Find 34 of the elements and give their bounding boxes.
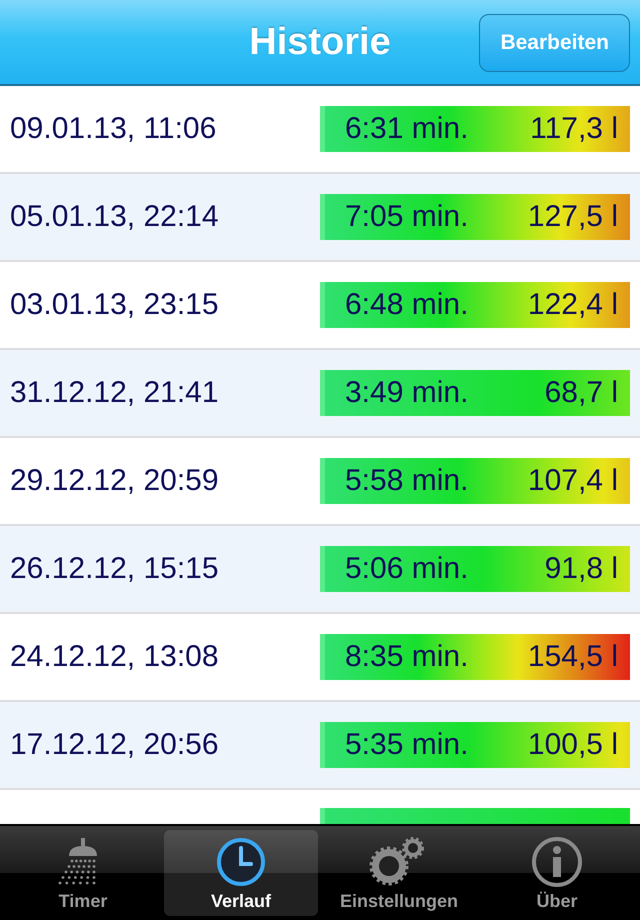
duration-label: 6:31 min. <box>345 112 468 146</box>
duration-label: 6:48 min. <box>345 288 468 322</box>
date-label: 17.12.12, 20:56 <box>10 728 219 762</box>
history-row[interactable]: 31.12.12, 21:41 3:49 min. 68,7 l <box>0 350 640 438</box>
tab[interactable]: Über <box>480 830 634 916</box>
duration-label: 8:35 min. <box>345 640 468 674</box>
duration-label: 5:58 min. <box>345 464 468 498</box>
duration-label: 5:35 min. <box>345 728 468 762</box>
date-label: 26.12.12, 15:15 <box>10 552 219 586</box>
date-label: 03.01.13, 23:15 <box>10 288 219 322</box>
tab[interactable]: Timer <box>6 830 160 916</box>
volume-label: 68,7 l <box>544 376 618 410</box>
tab[interactable]: Einstellungen <box>322 830 476 916</box>
date-label: 05.01.13, 22:14 <box>10 200 219 234</box>
date-label: 31.12.12, 21:41 <box>10 376 219 410</box>
history-row[interactable]: 05.01.13, 22:14 7:05 min. 127,5 l <box>0 174 640 262</box>
history-row[interactable]: 26.12.12, 15:15 5:06 min. 91,8 l <box>0 526 640 614</box>
duration-label: 7:05 min. <box>345 200 468 234</box>
nav-title: Historie <box>249 20 391 64</box>
date-label: 24.12.12, 13:08 <box>10 640 219 674</box>
volume-label: 91,8 l <box>544 552 618 586</box>
duration-label: 3:49 min. <box>345 376 468 410</box>
volume-label: 122,4 l <box>528 288 618 322</box>
volume-label: 107,4 l <box>528 464 618 498</box>
tab[interactable]: Verlauf <box>164 830 318 916</box>
date-label: 09.01.13, 11:06 <box>10 112 216 146</box>
info-icon <box>529 834 585 890</box>
date-label: 29.12.12, 20:59 <box>10 464 219 498</box>
history-row[interactable]: 17.12.12, 20:56 5:35 min. 100,5 l <box>0 702 640 790</box>
volume-label: 117,3 l <box>530 112 618 146</box>
volume-label: 127,5 l <box>528 200 618 234</box>
volume-label: 154,5 l <box>528 640 618 674</box>
volume-label: 100,5 l <box>528 728 618 762</box>
duration-label: 5:06 min. <box>345 552 468 586</box>
